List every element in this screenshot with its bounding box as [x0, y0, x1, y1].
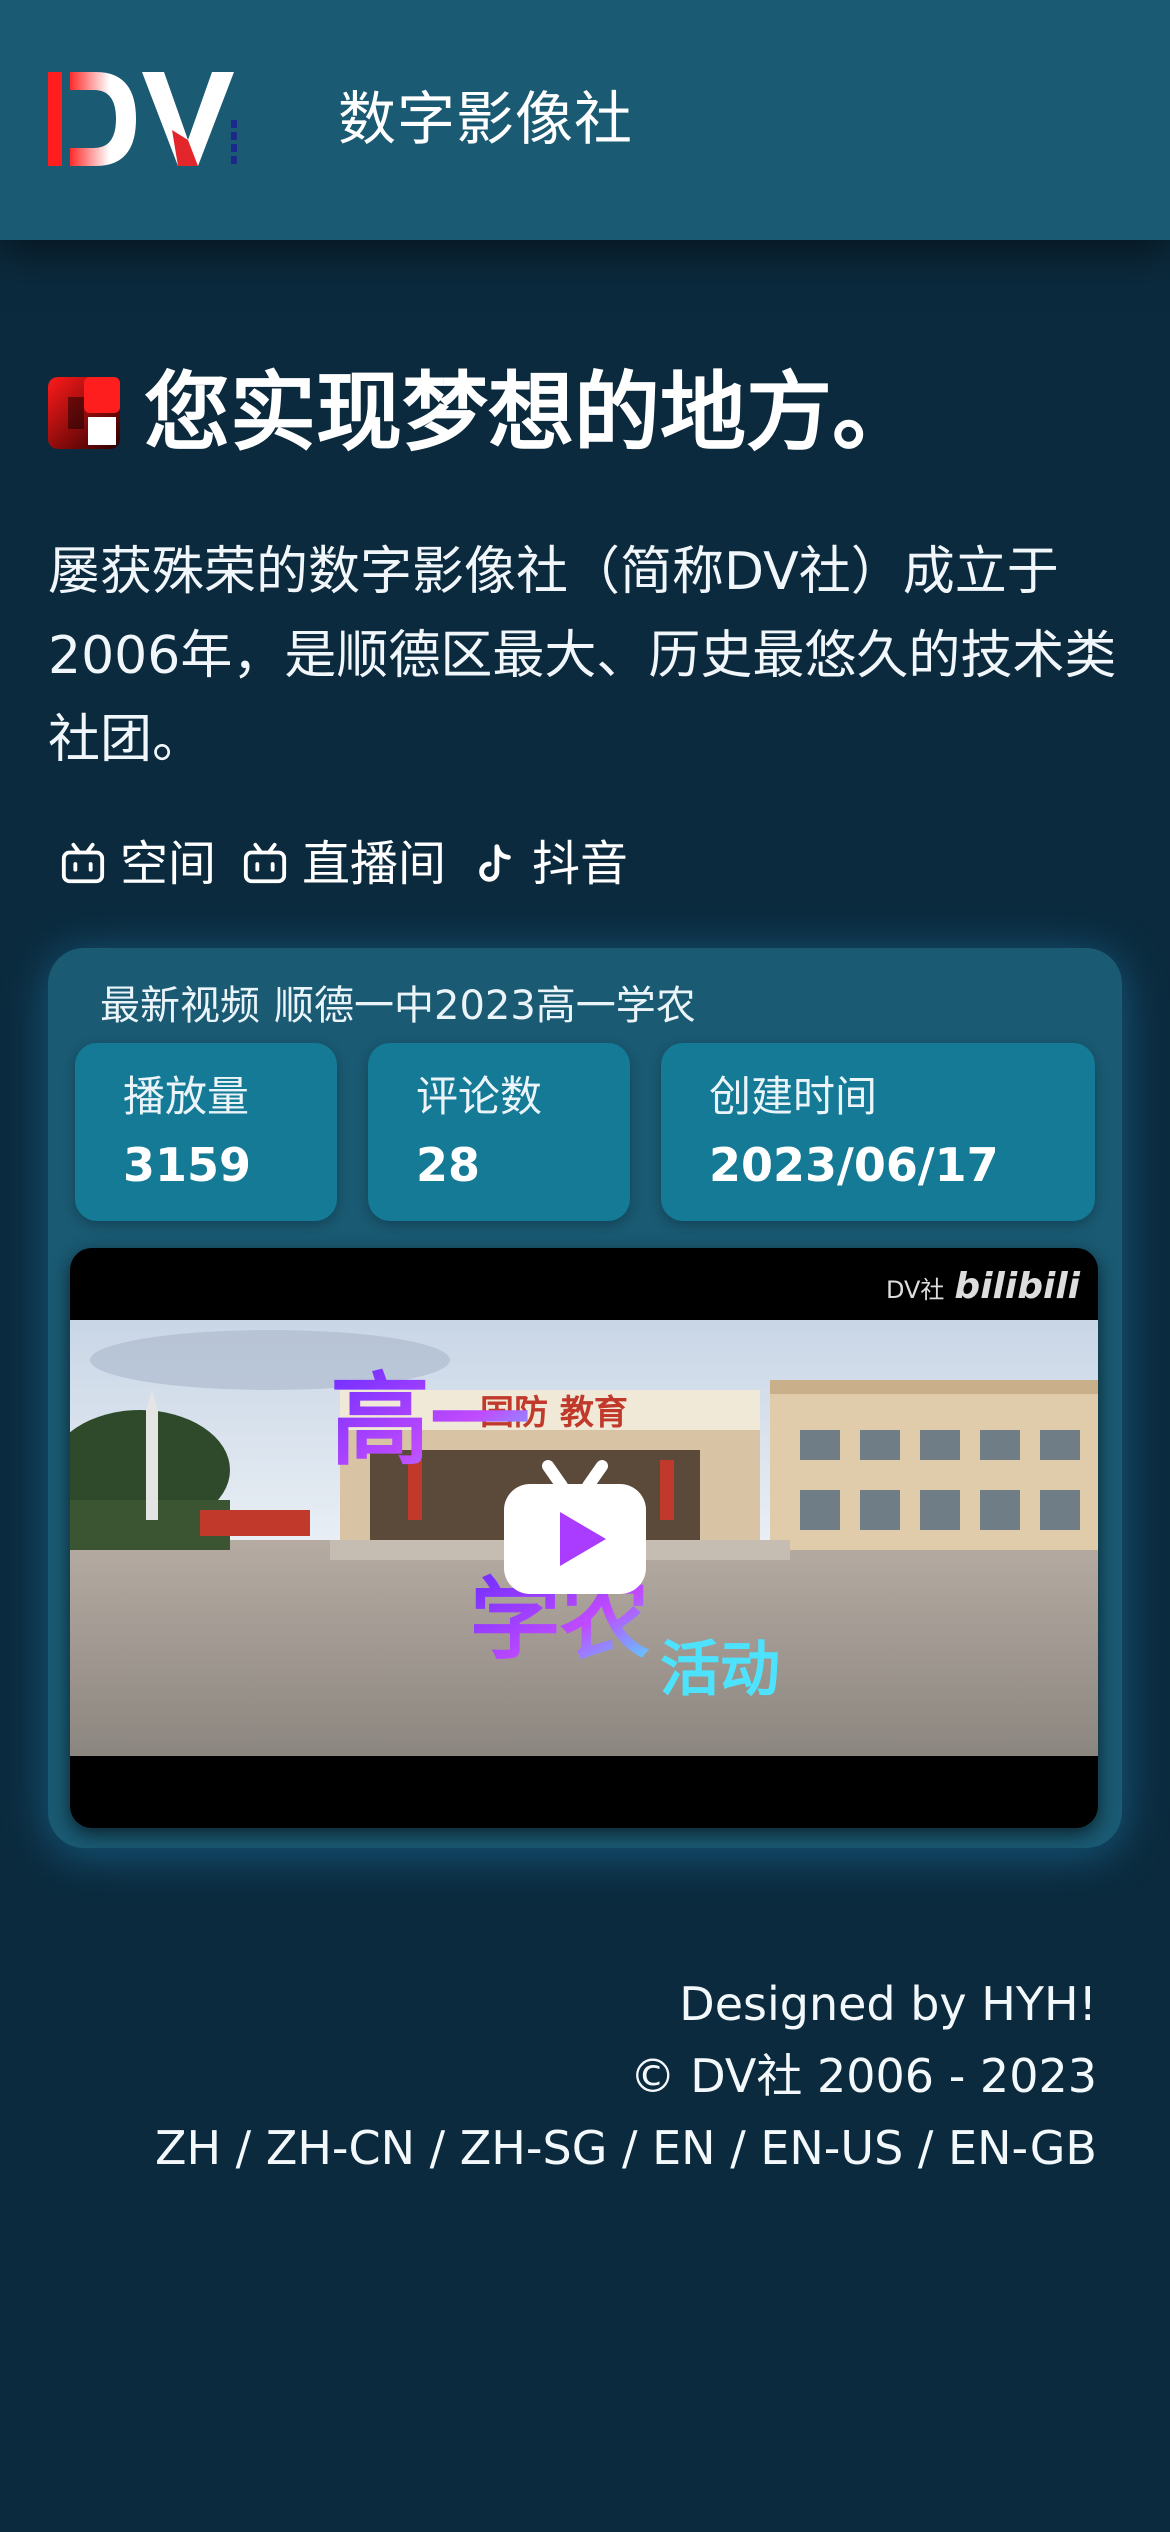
hero-title: 您实现梦想的地方。	[144, 363, 918, 463]
stat-value: 3159	[123, 1138, 252, 1192]
lang-separator: /	[903, 2121, 949, 2175]
intro-paragraph: 屡获殊荣的数字影像社（简称DV社）成立于2006年，是顺德区最大、历史最悠久的技…	[48, 542, 1117, 770]
watermark-brand: bilibili	[954, 1266, 1080, 1307]
stat-created: 创建时间 2023/06/17	[661, 1043, 1095, 1221]
latest-video-card: 最新视频 顺德一中2023高一学农 播放量 3159 评论数 28 创建时间 20…	[48, 948, 1122, 1848]
hero-heading: 您实现梦想的地方。	[48, 358, 918, 468]
language-switcher: ZH / ZH-CN / ZH-SG / EN / EN-US / EN-GB	[155, 2112, 1097, 2184]
bilibili-icon	[243, 842, 287, 884]
lang-separator: /	[715, 2121, 761, 2175]
dv-logo[interactable]	[48, 70, 238, 168]
lang-en-gb[interactable]: EN-GB	[948, 2121, 1097, 2175]
lang-en-us[interactable]: EN-US	[760, 2121, 903, 2175]
stat-label: 创建时间	[709, 1072, 878, 1121]
stat-value: 2023/06/17	[709, 1138, 999, 1192]
douyin-link[interactable]: 抖音	[472, 832, 628, 896]
copyright: © DV社 2006 - 2023	[629, 2049, 1097, 2103]
lang-zh-cn[interactable]: ZH-CN	[266, 2121, 415, 2175]
bilibili-space-link[interactable]: 空间	[60, 832, 216, 896]
video-watermark: DV社 bilibili	[886, 1266, 1080, 1307]
link-label: 空间	[120, 836, 217, 892]
social-links: 空间 直播间 抖音	[60, 832, 654, 896]
lang-en[interactable]: EN	[652, 2121, 715, 2175]
card-heading: 最新视频 顺德一中2023高一学农	[100, 978, 696, 1034]
lang-zh-sg[interactable]: ZH-SG	[460, 2121, 608, 2175]
page-footer: Designed by HYH! © DV社 2006 - 2023 ZH / …	[155, 1968, 1097, 2184]
bilibili-live-link[interactable]: 直播间	[242, 832, 446, 896]
video-player[interactable]: DV社 bilibili 国防 教育 高一 学农 活动	[70, 1248, 1098, 1828]
top-header: 数字影像社	[0, 0, 1170, 240]
video-camera-icon	[48, 377, 120, 449]
watermark-club: DV社	[885, 1276, 945, 1304]
play-icon[interactable]	[500, 1458, 650, 1598]
link-label: 抖音	[532, 836, 629, 892]
video-title[interactable]: 顺德一中2023高一学农	[274, 983, 696, 1029]
lang-zh[interactable]: ZH	[155, 2121, 221, 2175]
stat-views: 播放量 3159	[75, 1043, 337, 1221]
lang-separator: /	[607, 2121, 653, 2175]
stat-value: 28	[416, 1138, 481, 1192]
overlay-text-3: 活动	[660, 1635, 780, 1705]
stat-label: 评论数	[416, 1072, 543, 1121]
bilibili-icon	[61, 842, 105, 884]
lang-separator: /	[221, 2121, 266, 2175]
lang-separator: /	[415, 2121, 460, 2175]
latest-video-label: 最新视频	[100, 983, 260, 1029]
tiktok-icon	[479, 844, 511, 882]
designed-by: Designed by HYH!	[679, 1977, 1097, 2031]
site-title[interactable]: 数字影像社	[338, 84, 633, 154]
link-label: 直播间	[302, 836, 447, 892]
stat-label: 播放量	[123, 1072, 250, 1121]
stat-comments: 评论数 28	[368, 1043, 630, 1221]
